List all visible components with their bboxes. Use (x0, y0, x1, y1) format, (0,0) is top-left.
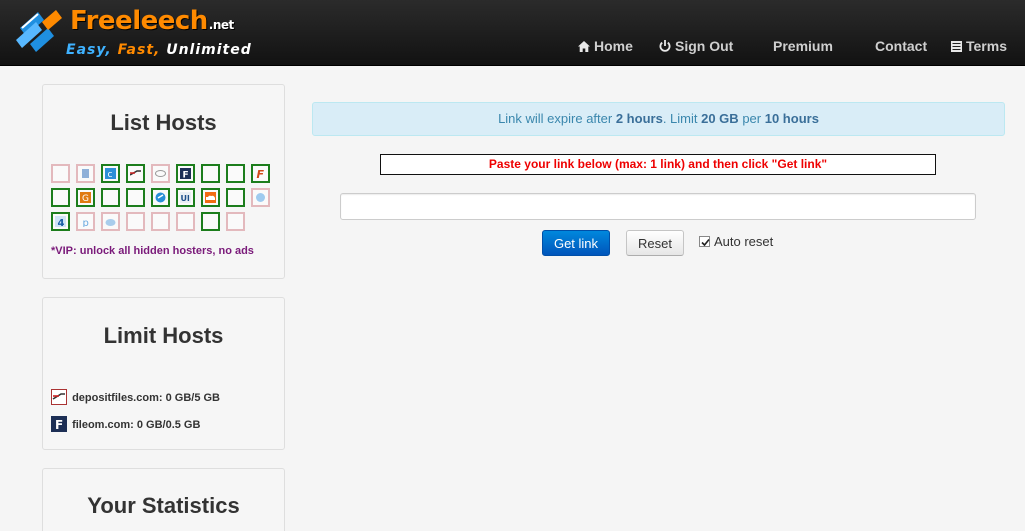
nav-sign-out[interactable]: Sign Out (659, 38, 733, 54)
host-row: c F F (51, 164, 281, 184)
auto-reset-label: Auto reset (714, 234, 774, 249)
fileom-icon: F (51, 416, 67, 432)
list-hosts-title: List Hosts (110, 110, 217, 135)
nav-home[interactable]: Home (578, 38, 633, 54)
depositfiles-icon[interactable] (126, 164, 145, 183)
nav-contact[interactable]: Contact (875, 38, 927, 54)
uploaded-icon[interactable]: Ul (176, 188, 195, 207)
link-input[interactable] (340, 193, 976, 220)
auto-reset-checkbox[interactable] (699, 236, 710, 247)
host-row: G Ul (51, 188, 281, 208)
limit-item-depositfiles: depositfiles.com: 0 GB/5 GB (51, 389, 220, 405)
limit-host-usage: 0 GB/0.5 GB (136, 419, 201, 431)
host-icon-grid: c F F G Ul 4 p (51, 164, 281, 236)
nav-terms[interactable]: Terms (951, 38, 1007, 54)
depositfiles-icon (51, 389, 67, 405)
get-link-button[interactable]: Get link (542, 230, 610, 256)
limit-host-name: depositfiles.com: (72, 392, 163, 404)
list-icon (951, 41, 962, 52)
limit-host-usage: 0 GB/5 GB (165, 392, 220, 404)
logo-icon (16, 10, 62, 52)
filehost-g-icon[interactable]: G (76, 188, 95, 207)
logo-tagline: Easy, Fast, Unlimited (66, 42, 252, 58)
svg-text:p: p (83, 218, 89, 227)
filehost-f-icon[interactable]: F (251, 164, 270, 183)
hidden-host-icon[interactable] (151, 212, 170, 231)
nav-premium[interactable]: Premium (773, 38, 833, 54)
available-host-icon[interactable] (226, 164, 245, 183)
available-host-icon[interactable] (51, 188, 70, 207)
hidden-host-icon[interactable] (126, 212, 145, 231)
available-host-icon[interactable] (201, 212, 220, 231)
hidden-host-icon[interactable] (101, 212, 120, 231)
auto-reset-toggle[interactable]: Auto reset (699, 234, 773, 249)
filehost-4-icon[interactable]: 4 (51, 212, 70, 231)
svg-text:G: G (82, 194, 89, 203)
hidden-host-icon[interactable]: p (76, 212, 95, 231)
statistics-panel: Your Statistics (42, 468, 285, 531)
filehost-cloud-icon[interactable] (151, 188, 170, 207)
vip-note: *VIP: unlock all hidden hosters, no ads (51, 245, 254, 257)
available-host-icon[interactable] (201, 164, 220, 183)
svg-text:Ul: Ul (181, 194, 190, 203)
statistics-title: Your Statistics (87, 493, 240, 518)
filehost-c-icon[interactable]: c (101, 164, 120, 183)
home-icon (578, 41, 590, 52)
available-host-icon[interactable] (126, 188, 145, 207)
svg-text:F: F (183, 171, 189, 180)
hidden-host-icon[interactable] (176, 212, 195, 231)
soundcloud-icon[interactable] (201, 188, 220, 207)
list-hosts-panel: List Hosts c F F G Ul 4 p *VIP: unlock a… (42, 84, 285, 279)
available-host-icon[interactable] (226, 188, 245, 207)
power-icon (659, 40, 671, 52)
hidden-host-icon[interactable] (226, 212, 245, 231)
host-row: 4 p (51, 212, 281, 232)
fileom-icon[interactable]: F (176, 164, 195, 183)
svg-text:F: F (257, 168, 265, 179)
hidden-host-icon[interactable] (76, 164, 95, 183)
logo-wordmark: Freeleech.net (70, 6, 234, 36)
top-navbar: Freeleech.net Easy, Fast, Unlimited Home… (0, 0, 1025, 66)
limit-hosts-panel: Limit Hosts depositfiles.com: 0 GB/5 GB … (42, 297, 285, 450)
expiry-info-alert: Link will expire after 2 hours. Limit 20… (312, 102, 1005, 136)
limit-hosts-title: Limit Hosts (103, 323, 224, 348)
hidden-host-icon[interactable] (251, 188, 270, 207)
reset-button[interactable]: Reset (626, 230, 684, 256)
svg-text:c: c (108, 170, 113, 179)
site-logo[interactable]: Freeleech.net Easy, Fast, Unlimited (12, 4, 252, 62)
svg-text:F: F (55, 418, 63, 432)
available-host-icon[interactable] (101, 188, 120, 207)
svg-text:4: 4 (58, 218, 65, 227)
hidden-host-icon[interactable] (151, 164, 170, 183)
hidden-host-icon[interactable] (51, 164, 70, 183)
paste-instructions: Paste your link below (max: 1 link) and … (380, 154, 936, 175)
limit-item-fileom: F fileom.com: 0 GB/0.5 GB (51, 416, 200, 432)
limit-host-name: fileom.com: (72, 419, 134, 431)
